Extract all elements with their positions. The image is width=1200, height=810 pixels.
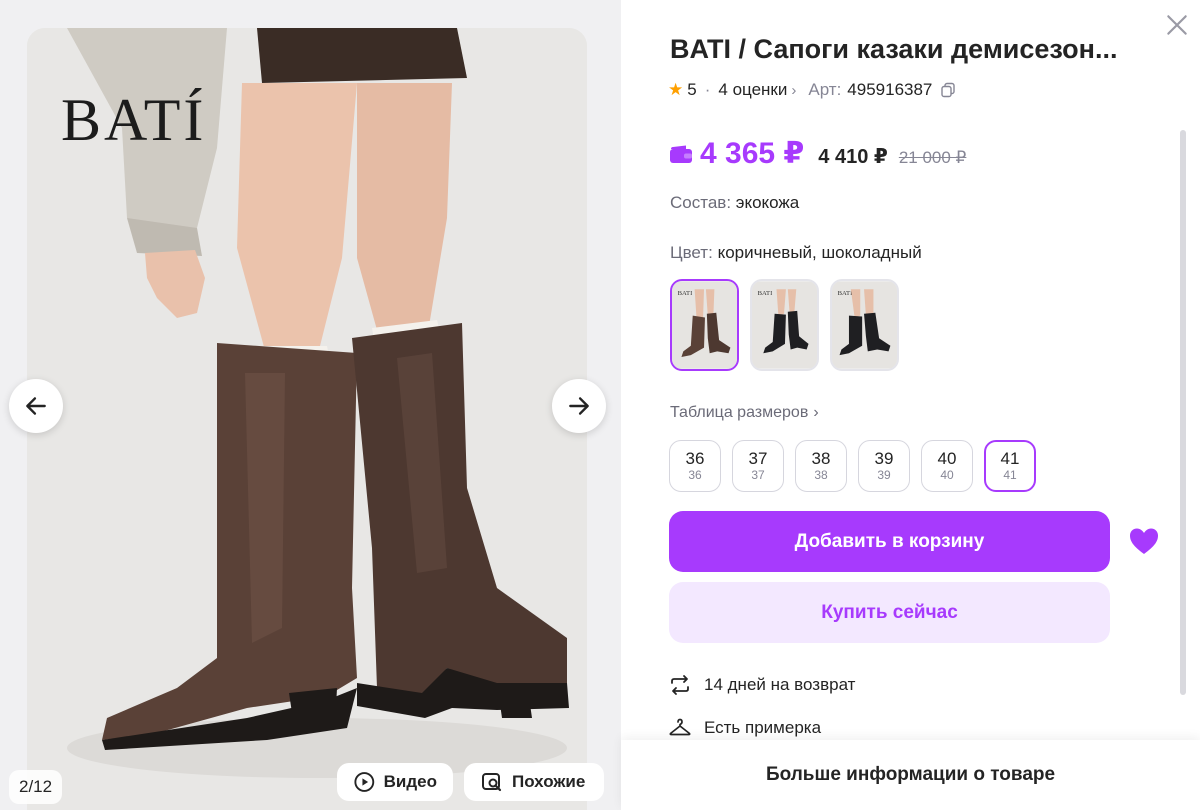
- video-label: Видео: [383, 772, 437, 791]
- size-eu: 38: [814, 468, 828, 482]
- return-arrows-icon: [671, 675, 689, 695]
- color-value: коричневый, шоколадный: [717, 243, 922, 262]
- wallet-price: 4 365 ₽: [700, 137, 805, 170]
- size-selector: 36 36 37 37 38 38 39 39 40 40 41 41: [669, 440, 1036, 492]
- size-eu: 36: [688, 468, 702, 482]
- price: 4 410 ₽: [818, 146, 888, 168]
- video-button[interactable]: Видео: [337, 763, 453, 801]
- size-ru: 38: [811, 449, 831, 468]
- play-icon: [354, 772, 375, 792]
- product-gallery: BATÍ 2/12 Видео Похожие: [0, 0, 621, 810]
- svg-text:BATI: BATI: [758, 290, 773, 297]
- size-eu: 41: [1003, 468, 1017, 482]
- size-ru: 37: [748, 449, 768, 468]
- composition-label: Состав:: [670, 193, 732, 212]
- copy-icon[interactable]: [940, 82, 956, 98]
- product-title: BATI / Сапоги казаки демисезон...: [670, 34, 1118, 64]
- more-info-button[interactable]: Больше информации о товаре: [621, 740, 1200, 810]
- size-option[interactable]: 40 40: [921, 440, 973, 492]
- color-label: Цвет:: [670, 243, 713, 262]
- buy-now-button[interactable]: Купить сейчас: [669, 582, 1110, 643]
- chevron-right-icon: ›: [791, 81, 797, 99]
- size-eu: 37: [751, 468, 765, 482]
- product-panel: BATI / Сапоги казаки демисезон... ★ 5 · …: [621, 0, 1200, 810]
- similar-label: Похожие: [512, 772, 586, 791]
- article-label: Арт:: [808, 80, 842, 99]
- size-ru: 40: [937, 449, 957, 468]
- close-icon: [1167, 15, 1187, 35]
- color-swatch-black-2[interactable]: BATI: [830, 279, 899, 371]
- size-ru: 41: [1000, 449, 1020, 468]
- chevron-right-icon: ›: [813, 404, 819, 421]
- svg-text:BATI: BATI: [678, 290, 693, 297]
- size-option[interactable]: 36 36: [669, 440, 721, 492]
- size-table-link[interactable]: Таблица размеров ›: [670, 404, 819, 422]
- star-icon: ★: [668, 80, 684, 99]
- size-ru: 36: [685, 449, 705, 468]
- fitting-label: Есть примерка: [704, 718, 822, 737]
- hanger-icon: [669, 718, 691, 736]
- color-row: Цвет: коричневый, шоколадный: [670, 243, 922, 263]
- size-eu: 40: [940, 468, 954, 482]
- next-photo-button[interactable]: [552, 379, 606, 433]
- product-meta: ★ 5 · 4 оценки › Арт: 495916387: [668, 80, 956, 100]
- wallet-icon: [670, 145, 692, 163]
- fitting-feature: Есть примерка: [668, 716, 821, 740]
- size-option[interactable]: 38 38: [795, 440, 847, 492]
- photo-counter: 2/12: [9, 770, 63, 804]
- close-button[interactable]: [1164, 12, 1190, 38]
- add-to-cart-button[interactable]: Добавить в корзину: [669, 511, 1110, 572]
- swatch-thumbnail: BATI: [832, 281, 897, 369]
- reviews-count: 4 оценки: [718, 80, 788, 99]
- color-swatch-black-1[interactable]: BATI: [750, 279, 819, 371]
- price-row: 4 365 ₽ 4 410 ₽ 21 000 ₽: [669, 136, 966, 171]
- article-value: 495916387: [847, 80, 933, 99]
- panel-scrollbar[interactable]: [1180, 130, 1186, 695]
- color-swatch-brown[interactable]: BATI: [670, 279, 739, 371]
- reviews-link[interactable]: 4 оценки ›: [718, 80, 796, 100]
- swatch-thumbnail: BATI: [672, 281, 737, 369]
- color-swatches: BATI BATI BATI: [670, 279, 899, 371]
- arrow-right-icon: [569, 397, 589, 415]
- size-option[interactable]: 39 39: [858, 440, 910, 492]
- composition-row: Состав: экокожа: [670, 193, 799, 213]
- product-photo[interactable]: BATÍ: [27, 28, 587, 810]
- rating-value: 5: [687, 80, 697, 99]
- svg-text:BATI: BATI: [838, 290, 853, 297]
- arrow-left-icon: [26, 397, 46, 415]
- similar-button[interactable]: Похожие: [464, 763, 604, 801]
- size-eu: 39: [877, 468, 891, 482]
- image-search-icon: [482, 773, 502, 792]
- return-feature: 14 дней на возврат: [668, 673, 855, 697]
- size-option[interactable]: 37 37: [732, 440, 784, 492]
- heart-icon[interactable]: [1129, 527, 1159, 555]
- composition-value: экокожа: [735, 193, 800, 212]
- brand-logo: BATÍ: [61, 87, 207, 153]
- size-table-label: Таблица размеров: [670, 404, 809, 421]
- separator-dot: ·: [704, 80, 711, 99]
- old-price: 21 000 ₽: [898, 148, 967, 167]
- swatch-thumbnail: BATI: [752, 281, 817, 369]
- size-ru: 39: [874, 449, 894, 468]
- return-label: 14 дней на возврат: [704, 675, 856, 694]
- size-option-selected[interactable]: 41 41: [984, 440, 1036, 492]
- previous-photo-button[interactable]: [9, 379, 63, 433]
